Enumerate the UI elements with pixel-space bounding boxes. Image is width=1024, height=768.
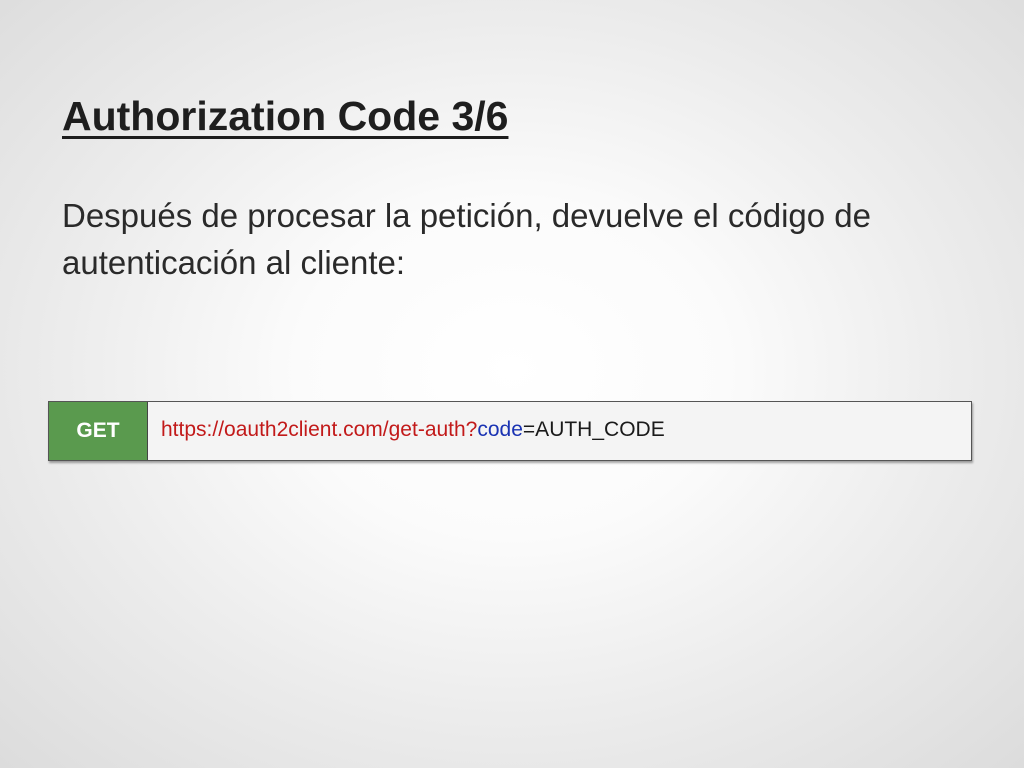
http-method-badge: GET <box>49 402 148 460</box>
url-param-name: code <box>477 418 523 441</box>
url-base: https://oauth2client.com/get-auth? <box>161 418 478 441</box>
http-request-box: GET https://oauth2client.com/get-auth?co… <box>48 401 972 461</box>
slide-body-text: Después de procesar la petición, devuelv… <box>62 197 872 281</box>
slide-title: Authorization Code 3/6 <box>62 93 509 139</box>
url-param-value: =AUTH_CODE <box>522 418 665 441</box>
request-url: https://oauth2client.com/get-auth?code=A… <box>148 402 971 460</box>
slide: Authorization Code 3/6 Después de proces… <box>0 0 1024 768</box>
